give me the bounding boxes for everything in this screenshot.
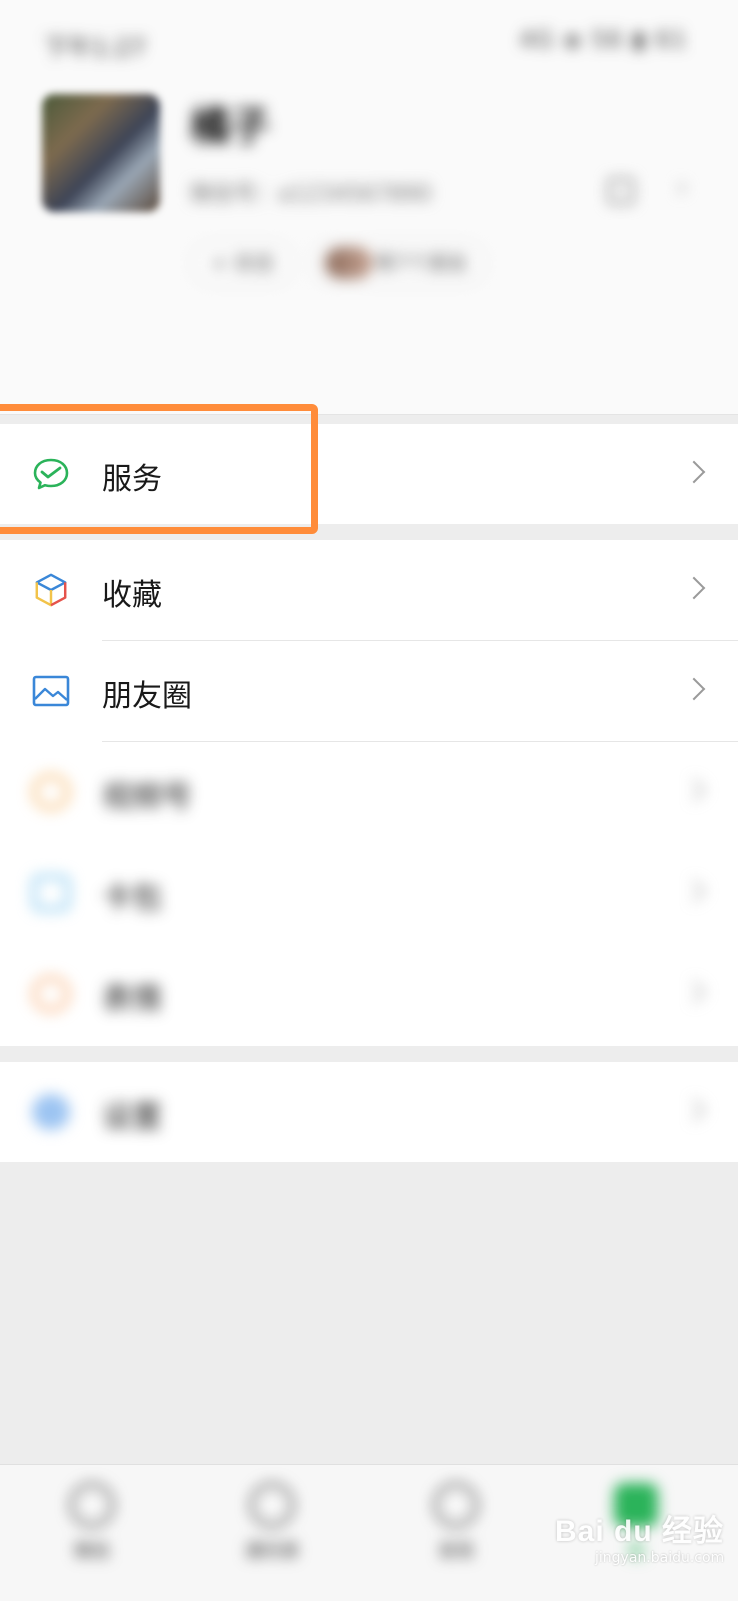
status-indicators: 4G ◈ 56 ▮ 61 (519, 28, 688, 53)
image-icon (32, 675, 70, 707)
tab-chats[interactable]: 微信 (32, 1483, 152, 1563)
menu-item-stickers-label: 表情 (102, 982, 162, 1017)
gear-icon (32, 1094, 70, 1130)
watermark-main: Bai du 经验 (555, 1515, 725, 1548)
chevron-right-icon (682, 677, 706, 701)
tab-discover-label: 发现 (438, 1541, 474, 1562)
tab-discover[interactable]: 发现 (396, 1483, 516, 1563)
baidu-jingyan-watermark: Bai du 经验 jingyan.baidu.com (555, 1506, 724, 1566)
discover-group: 收藏 朋友圈 视频号 卡包 表情 (0, 540, 738, 1046)
compass-icon (434, 1483, 478, 1527)
watermark-sub: jingyan.baidu.com (595, 1550, 725, 1566)
wallet-icon (32, 875, 70, 911)
status-time: 下午1:27 (44, 34, 146, 62)
chevron-right-icon (682, 460, 706, 484)
friends-status-label: 等7个朋友 (375, 251, 468, 275)
avatar[interactable] (42, 94, 160, 212)
menu-item-settings[interactable]: 设置 (0, 1062, 738, 1162)
menu-item-stickers[interactable]: 表情 (0, 944, 738, 1044)
chevron-right-icon (682, 879, 706, 903)
channels-icon (32, 774, 70, 810)
cube-icon (35, 573, 67, 607)
profile-wechat-id: 微信号：a1234567890 (190, 182, 432, 207)
friends-status-chip[interactable]: 等7个朋友 (310, 240, 487, 286)
chevron-right-icon: › (676, 170, 688, 205)
menu-item-moments[interactable]: 朋友圈 (0, 641, 738, 741)
contacts-icon (250, 1483, 294, 1527)
menu-item-channels-label: 视频号 (102, 780, 192, 815)
highlight-box (0, 404, 318, 534)
chevron-right-icon (682, 1098, 706, 1122)
chevron-right-icon (682, 980, 706, 1004)
qr-code-icon[interactable] (608, 178, 634, 204)
chevron-right-icon (682, 576, 706, 600)
menu-item-favorites[interactable]: 收藏 (0, 540, 738, 640)
friend-avatars (325, 247, 373, 279)
tab-chats-label: 微信 (74, 1541, 110, 1562)
chevron-right-icon (682, 778, 706, 802)
smile-icon (32, 976, 70, 1012)
menu-item-moments-label: 朋友圈 (102, 679, 192, 714)
menu-item-settings-label: 设置 (102, 1100, 162, 1135)
menu-item-favorites-label: 收藏 (102, 578, 162, 613)
menu-item-cards[interactable]: 卡包 (0, 843, 738, 943)
status-button[interactable]: + 状态 (190, 240, 296, 286)
chat-icon (70, 1483, 114, 1527)
menu-item-channels[interactable]: 视频号 (0, 742, 738, 842)
menu-item-cards-label: 卡包 (102, 881, 162, 916)
settings-group: 设置 (0, 1062, 738, 1162)
profile-nickname: 橘子 (190, 104, 270, 150)
tab-contacts[interactable]: 通讯录 (212, 1483, 332, 1563)
tab-contacts-label: 通讯录 (245, 1541, 299, 1562)
